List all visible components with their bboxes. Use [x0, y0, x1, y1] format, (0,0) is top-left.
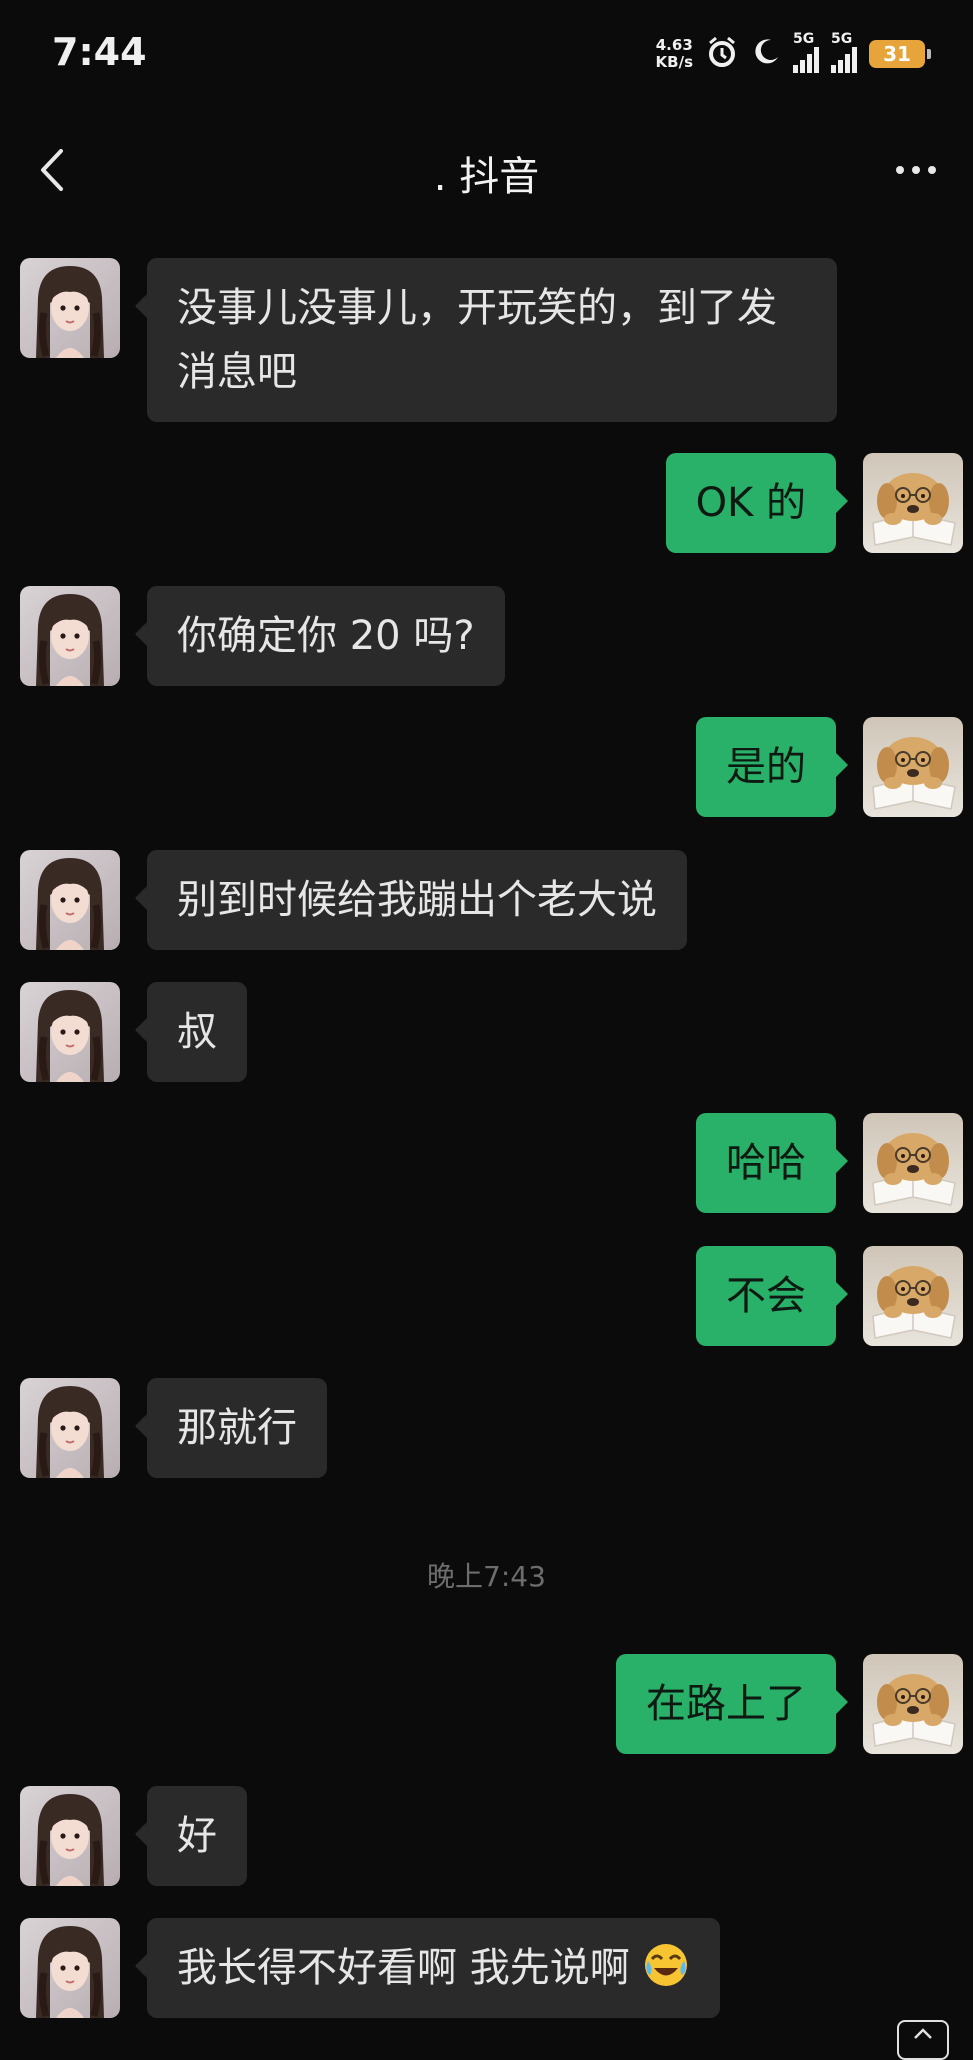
contact-avatar[interactable]: [20, 586, 120, 686]
network-speed-unit: KB/s: [655, 53, 693, 71]
contact-avatar[interactable]: [20, 1786, 120, 1886]
more-dot: [896, 166, 904, 174]
chat-header: . 抖音: [0, 110, 973, 230]
my-avatar[interactable]: [863, 1113, 963, 1213]
contact-avatar[interactable]: [20, 1378, 120, 1478]
status-time: 7:44: [52, 30, 147, 74]
message-bubble[interactable]: 好: [135, 1786, 247, 1886]
message-bubble[interactable]: 没事儿没事儿，开玩笑的，到了发消息吧: [135, 258, 837, 422]
signal-1-icon: 5G: [793, 31, 819, 73]
my-avatar[interactable]: [863, 717, 963, 817]
chat-title: . 抖音: [433, 154, 540, 200]
message-bubble[interactable]: 是的: [696, 717, 848, 817]
message-bubble[interactable]: 我长得不好看啊 我先说啊: [134, 1918, 721, 2018]
battery-icon: 31: [869, 40, 931, 68]
network-speed-value: 4.63: [655, 36, 693, 54]
scroll-up-button[interactable]: [897, 2020, 949, 2060]
status-bar: 7:44 4.63 KB/s 5G 5G 31: [0, 0, 973, 110]
more-dot: [912, 166, 920, 174]
my-avatar[interactable]: [863, 1654, 963, 1754]
laughing-crying-emoji-icon: [645, 1944, 688, 1986]
message-bubble[interactable]: 在路上了: [616, 1654, 848, 1754]
contact-avatar[interactable]: [20, 1918, 120, 2018]
moon-icon: [751, 37, 781, 71]
status-icons: 4.63 KB/s 5G 5G 31: [656, 31, 931, 76]
message-bubble[interactable]: 你确定你 20 吗?: [135, 586, 505, 686]
message-bubble[interactable]: 别到时候给我蹦出个老大说: [135, 850, 687, 950]
battery-level: 31: [883, 42, 911, 66]
message-timestamp: 晚上7:43: [427, 1560, 546, 1593]
message-bubble[interactable]: 叔: [135, 982, 247, 1082]
message-bubble[interactable]: OK 的: [665, 453, 849, 553]
chevron-up-icon: [914, 2028, 932, 2039]
network-speed: 4.63 KB/s: [656, 37, 693, 71]
contact-avatar[interactable]: [20, 258, 120, 358]
message-bubble[interactable]: 不会: [696, 1246, 848, 1346]
contact-avatar[interactable]: [20, 982, 120, 1082]
my-avatar[interactable]: [863, 1246, 963, 1346]
message-bubble[interactable]: 那就行: [135, 1378, 327, 1478]
message-text: 我长得不好看啊 我先说啊: [177, 1945, 630, 1991]
more-dot: [928, 166, 936, 174]
alarm-icon: [705, 35, 739, 73]
signal-2-icon: 5G: [831, 31, 857, 73]
message-bubble[interactable]: 哈哈: [696, 1113, 848, 1213]
more-options-button[interactable]: [881, 140, 951, 200]
my-avatar[interactable]: [863, 453, 963, 553]
contact-avatar[interactable]: [20, 850, 120, 950]
